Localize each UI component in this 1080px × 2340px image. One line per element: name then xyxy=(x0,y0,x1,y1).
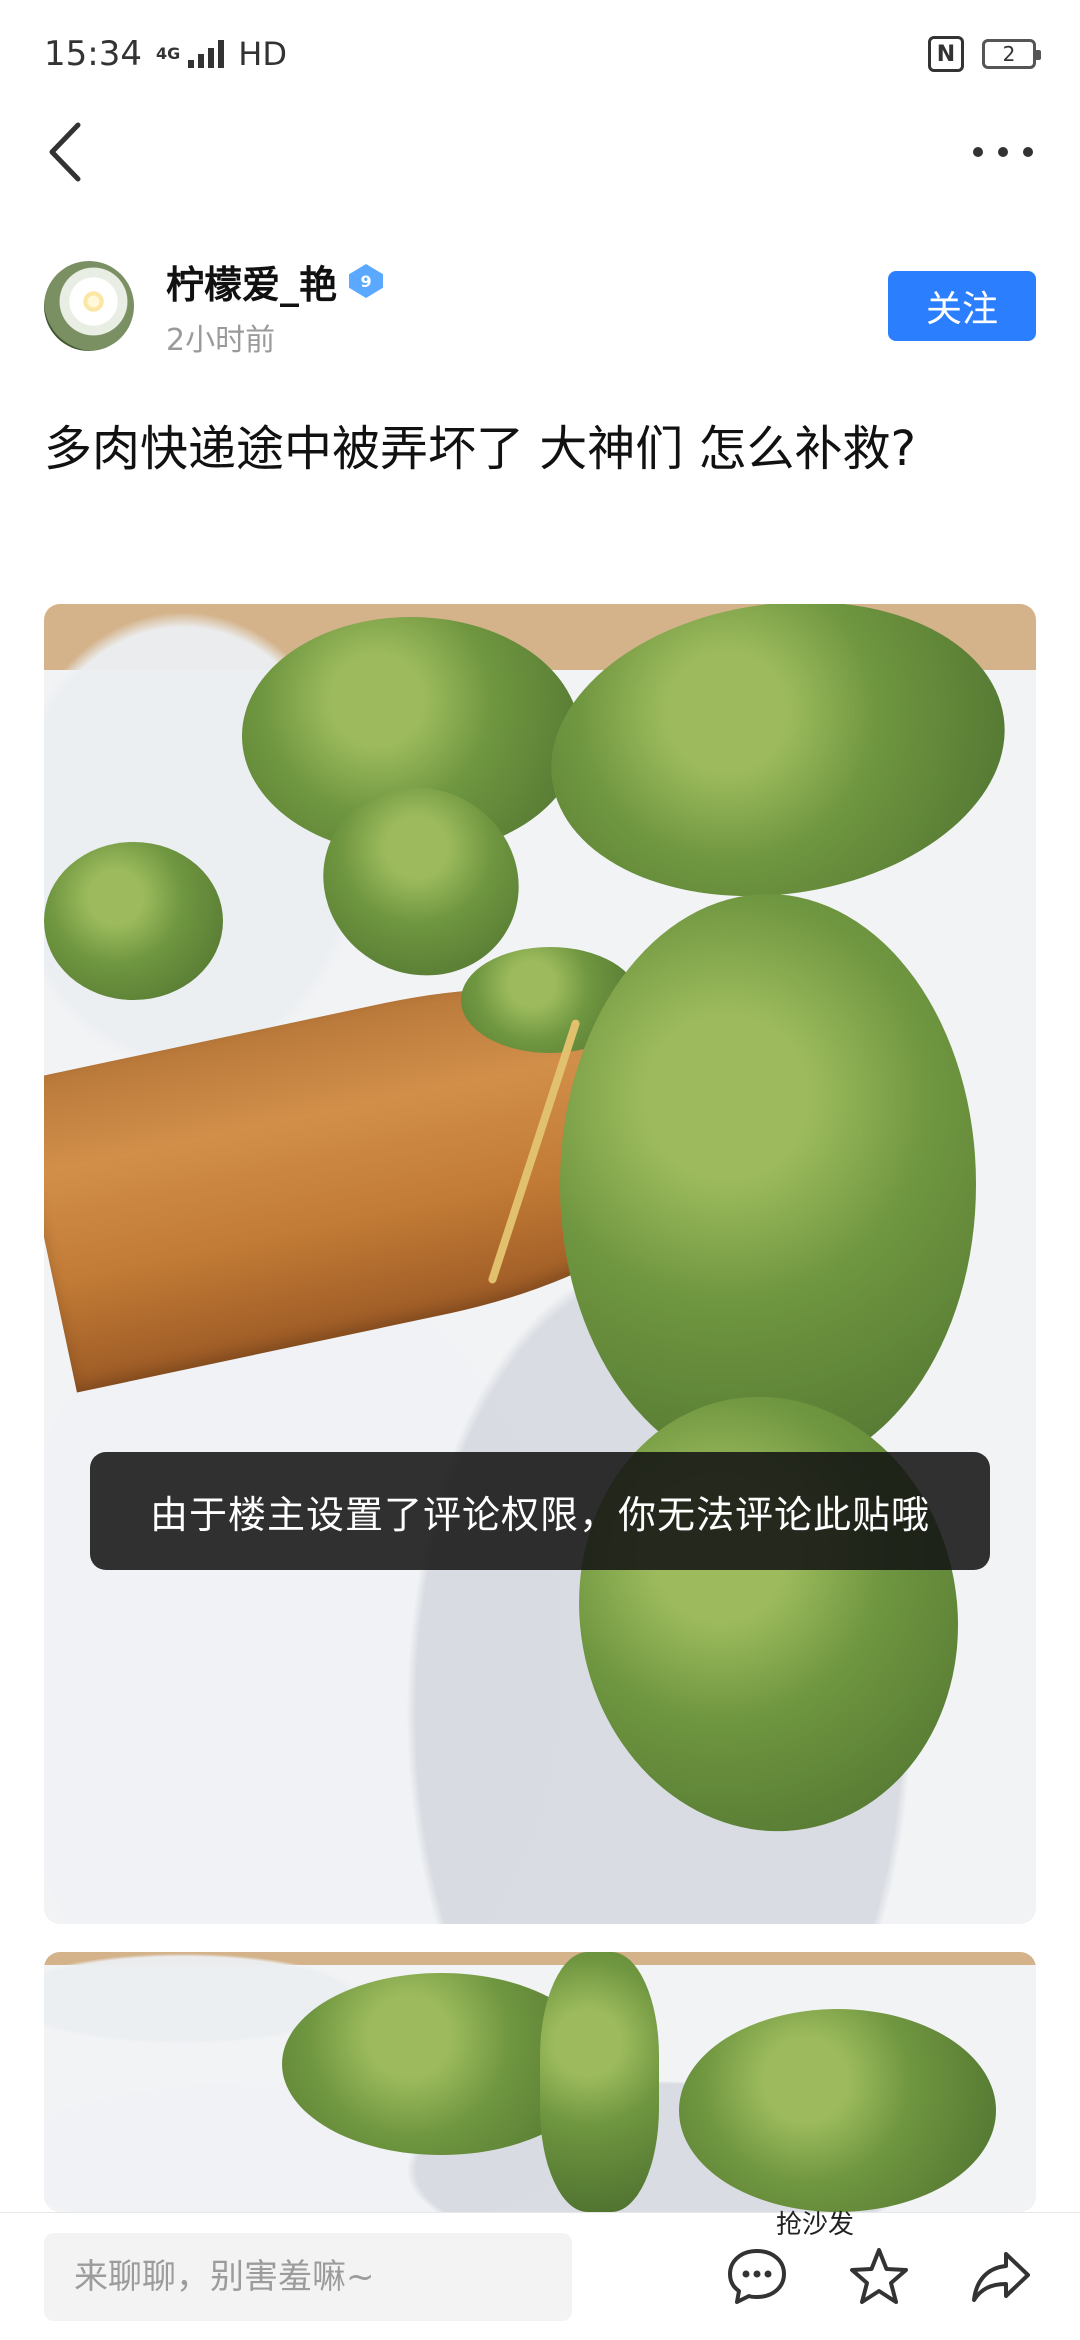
leaf-graphic xyxy=(531,604,1025,925)
leaf-graphic xyxy=(678,2009,997,2212)
sofa-label: 抢沙发 xyxy=(776,2209,855,2240)
post-image[interactable] xyxy=(44,1952,1036,2212)
follow-button[interactable]: 关注 xyxy=(888,271,1036,341)
comment-permission-toast: 由于楼主设置了评论权限，你无法评论此贴哦 xyxy=(90,1452,990,1570)
status-time: 15:34 xyxy=(44,34,142,74)
star-icon xyxy=(850,2247,908,2304)
hd-label: HD xyxy=(238,35,287,73)
action-group: 抢沙发 xyxy=(722,2210,1036,2312)
more-button[interactable] xyxy=(970,112,1036,192)
author-info: 柠檬爱_艳 9 2小时前 xyxy=(166,254,888,359)
favorite-button[interactable] xyxy=(844,2242,914,2312)
share-icon xyxy=(972,2251,1030,2302)
chevron-left-icon xyxy=(49,122,81,182)
battery-level: 2 xyxy=(1002,42,1016,66)
battery-icon: 2 xyxy=(982,39,1041,69)
more-horizontal-icon xyxy=(973,147,1033,157)
top-nav xyxy=(0,108,1080,196)
status-right: N 2 xyxy=(928,36,1041,72)
leaf-graphic xyxy=(540,1952,660,2212)
comment-icon xyxy=(728,2248,786,2304)
back-button[interactable] xyxy=(44,112,84,192)
signal-icon xyxy=(188,40,225,68)
network-type: 4G xyxy=(155,44,181,63)
status-bar: 15:34 4G HD N 2 xyxy=(0,0,1080,108)
author-name-line: 柠檬爱_艳 9 xyxy=(166,254,888,309)
nfc-icon: N xyxy=(928,36,964,72)
author-name[interactable]: 柠檬爱_艳 xyxy=(166,254,337,309)
share-button[interactable] xyxy=(966,2242,1036,2312)
leaf-graphic xyxy=(559,894,977,1476)
leaf-graphic xyxy=(544,1366,992,1862)
comment-button[interactable]: 抢沙发 xyxy=(722,2210,854,2312)
level-badge-icon: 9 xyxy=(349,264,384,298)
post-title: 多肉快递途中被弄坏了 大神们 怎么补救? xyxy=(44,421,916,477)
bottom-bar: 抢沙发 xyxy=(0,2210,1080,2340)
status-left: 15:34 4G HD xyxy=(44,34,287,74)
post-image[interactable] xyxy=(44,604,1036,1924)
comment-input[interactable] xyxy=(44,2232,572,2321)
author-row: 柠檬爱_艳 9 2小时前 关注 xyxy=(44,258,1036,358)
post-time: 2小时前 xyxy=(166,322,276,358)
leaf-graphic xyxy=(44,841,223,1000)
avatar[interactable] xyxy=(44,261,134,351)
